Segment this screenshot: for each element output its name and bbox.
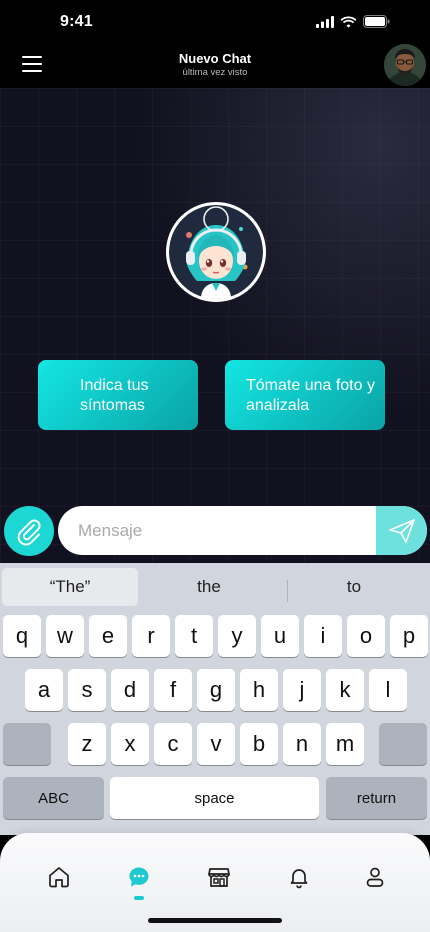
battery-icon xyxy=(363,15,390,28)
key-y[interactable]: y xyxy=(218,615,256,657)
key-m[interactable]: m xyxy=(326,723,364,765)
bottom-tab-bar xyxy=(0,833,430,932)
backspace-key[interactable] xyxy=(379,723,427,765)
suggestion-3[interactable]: to xyxy=(290,568,418,606)
key-i[interactable]: i xyxy=(304,615,342,657)
key-d[interactable]: d xyxy=(111,669,149,711)
key-u[interactable]: u xyxy=(261,615,299,657)
paperclip-icon xyxy=(17,519,41,546)
key-k[interactable]: k xyxy=(326,669,364,711)
key-b[interactable]: b xyxy=(240,723,278,765)
tab-chat[interactable] xyxy=(125,863,153,891)
key-p[interactable]: p xyxy=(390,615,428,657)
chat-area: Indica tus síntomas Tómate una foto y an… xyxy=(0,88,430,563)
suggestion-bar: “The” the to xyxy=(0,566,430,608)
home-icon xyxy=(49,867,69,888)
key-w[interactable]: w xyxy=(46,615,84,657)
attach-button[interactable] xyxy=(4,506,54,556)
suggestion-1[interactable]: “The” xyxy=(2,568,138,606)
last-seen-label: última vez visto xyxy=(182,67,248,78)
assistant-illustration xyxy=(169,205,263,299)
user-avatar[interactable] xyxy=(384,44,426,86)
assistant-avatar xyxy=(166,202,266,302)
status-time: 9:41 xyxy=(60,13,93,30)
indicate-symptoms-button[interactable]: Indica tus síntomas xyxy=(38,360,198,430)
message-composer xyxy=(58,506,427,555)
active-tab-indicator xyxy=(134,896,144,900)
key-f[interactable]: f xyxy=(154,669,192,711)
tab-home[interactable] xyxy=(45,863,73,891)
signal-icon xyxy=(316,15,334,28)
key-t[interactable]: t xyxy=(175,615,213,657)
key-c[interactable]: c xyxy=(154,723,192,765)
send-button[interactable] xyxy=(376,506,427,555)
key-j[interactable]: j xyxy=(283,669,321,711)
system-icons xyxy=(316,15,390,28)
status-bar: 9:41 xyxy=(0,0,430,44)
user-avatar-image xyxy=(384,44,426,86)
shift-key[interactable] xyxy=(3,723,51,765)
store-icon xyxy=(208,868,230,887)
chat-icon xyxy=(129,867,149,887)
tab-store[interactable] xyxy=(205,863,233,891)
wifi-icon xyxy=(340,16,357,28)
key-a[interactable]: a xyxy=(25,669,63,711)
chat-title-group: Nuevo Chat última vez visto xyxy=(0,51,430,78)
take-photo-button[interactable]: Tómate una foto y analizala xyxy=(225,360,385,430)
key-l[interactable]: l xyxy=(369,669,407,711)
key-n[interactable]: n xyxy=(283,723,321,765)
key-z[interactable]: z xyxy=(68,723,106,765)
keyboard: “The” the to q w e r t y u i o p a s d f… xyxy=(0,563,430,835)
suggestion-divider xyxy=(287,580,288,602)
key-q[interactable]: q xyxy=(3,615,41,657)
suggestion-2[interactable]: the xyxy=(140,568,278,606)
key-o[interactable]: o xyxy=(347,615,385,657)
key-h[interactable]: h xyxy=(240,669,278,711)
tab-notifications[interactable] xyxy=(285,863,313,891)
key-g[interactable]: g xyxy=(197,669,235,711)
home-indicator xyxy=(148,918,282,923)
abc-key[interactable]: ABC xyxy=(3,777,104,819)
key-v[interactable]: v xyxy=(197,723,235,765)
tab-profile[interactable] xyxy=(361,863,389,891)
key-r[interactable]: r xyxy=(132,615,170,657)
key-x[interactable]: x xyxy=(111,723,149,765)
space-key[interactable]: space xyxy=(110,777,319,819)
key-s[interactable]: s xyxy=(68,669,106,711)
return-key[interactable]: return xyxy=(326,777,427,819)
key-e[interactable]: e xyxy=(89,615,127,657)
chat-header: Nuevo Chat última vez visto xyxy=(0,44,430,88)
send-icon xyxy=(388,518,415,543)
profile-icon xyxy=(366,867,384,887)
chat-title: Nuevo Chat xyxy=(178,51,252,66)
message-input[interactable] xyxy=(58,506,376,555)
bell-icon xyxy=(290,869,308,889)
